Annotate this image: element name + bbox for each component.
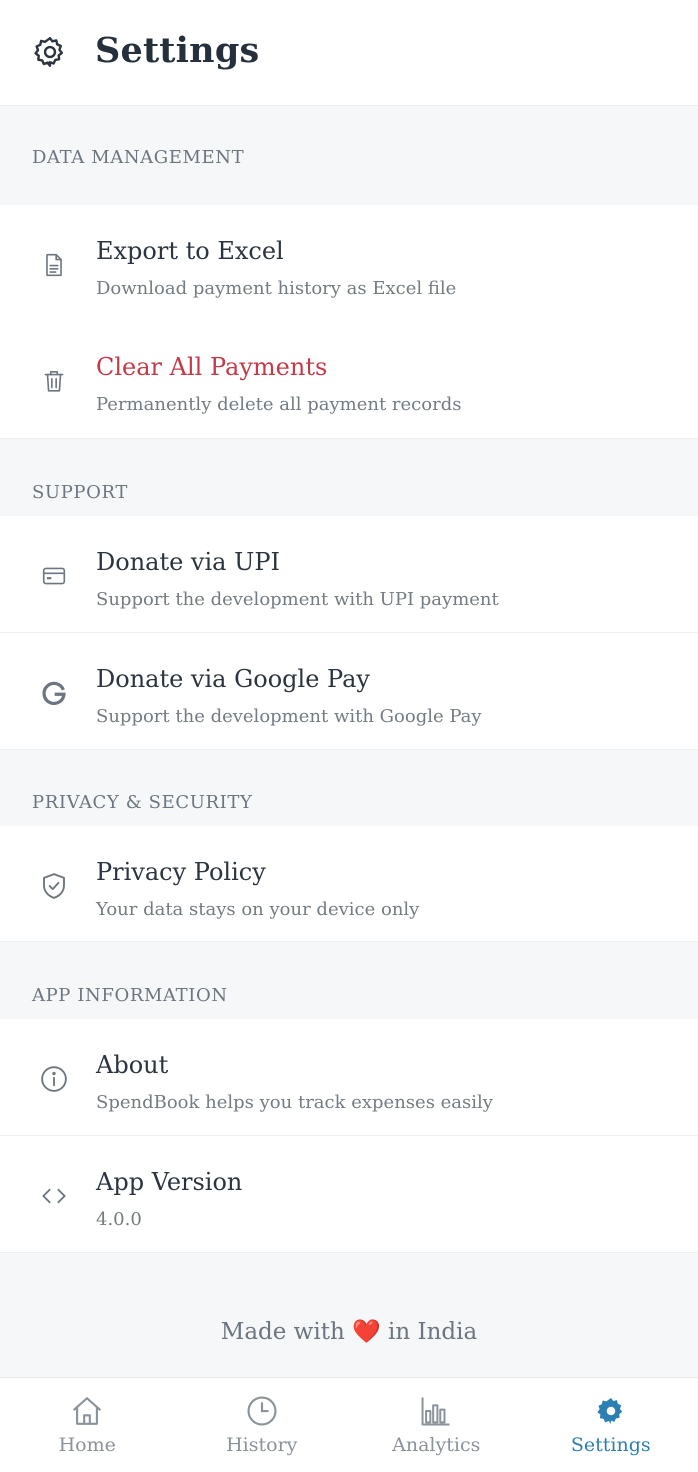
section-label: DATA MANAGEMENT <box>32 147 244 168</box>
row-subtitle: 4.0.0 <box>96 1209 142 1230</box>
tab-label: Home <box>0 1434 175 1456</box>
tab-analytics[interactable]: Analytics <box>349 1378 524 1472</box>
privacy-policy-row[interactable]: Privacy Policy Your data stays on your d… <box>0 826 698 942</box>
trash-icon <box>36 363 72 399</box>
section-label: SUPPORT <box>32 482 128 503</box>
section-header-app-info: APP INFORMATION <box>0 942 698 1019</box>
bottom-tab-bar: Home History Analytics Settings <box>0 1377 698 1472</box>
tab-label: Analytics <box>349 1434 524 1456</box>
footer-suffix: in India <box>388 1319 477 1345</box>
clock-icon <box>245 1394 279 1428</box>
section-header-privacy: PRIVACY & SECURITY <box>0 750 698 826</box>
support-card: Donate via UPI Support the development w… <box>0 516 698 750</box>
section-label: PRIVACY & SECURITY <box>32 792 252 813</box>
footer-prefix: Made with <box>221 1319 345 1345</box>
donate-google-pay-row[interactable]: Donate via Google Pay Support the develo… <box>0 632 698 749</box>
row-title: Donate via UPI <box>96 548 280 576</box>
gear-icon <box>594 1394 628 1428</box>
row-title: Clear All Payments <box>96 353 327 381</box>
section-label: APP INFORMATION <box>32 985 228 1006</box>
gear-icon <box>32 34 68 70</box>
info-icon <box>36 1061 72 1097</box>
card-icon <box>36 558 72 594</box>
donate-upi-row[interactable]: Donate via UPI Support the development w… <box>0 516 698 632</box>
app-header: Settings <box>0 0 698 106</box>
row-title: About <box>96 1051 168 1079</box>
row-subtitle: Your data stays on your device only <box>96 899 419 920</box>
google-icon <box>36 675 72 711</box>
code-icon <box>36 1178 72 1214</box>
file-icon <box>36 247 72 283</box>
tab-settings[interactable]: Settings <box>524 1378 698 1472</box>
row-subtitle: Download payment history as Excel file <box>96 278 456 299</box>
about-row[interactable]: About SpendBook helps you track expenses… <box>0 1019 698 1135</box>
home-icon <box>70 1394 104 1428</box>
bar-chart-icon <box>419 1394 453 1428</box>
row-title: Donate via Google Pay <box>96 665 370 693</box>
shield-check-icon <box>36 868 72 904</box>
row-title: App Version <box>96 1168 242 1196</box>
tab-label: Settings <box>524 1434 698 1456</box>
export-excel-row[interactable]: Export to Excel Download payment history… <box>0 205 698 321</box>
section-header-data-management: DATA MANAGEMENT <box>0 106 698 205</box>
tab-label: History <box>175 1434 350 1456</box>
page-title: Settings <box>95 30 259 71</box>
made-with-love-text: Made with ❤️ in India <box>0 1318 698 1345</box>
app-info-card: About SpendBook helps you track expenses… <box>0 1019 698 1253</box>
clear-payments-row[interactable]: Clear All Payments Permanently delete al… <box>0 321 698 437</box>
heart-icon: ❤️ <box>352 1319 381 1345</box>
data-management-card: Export to Excel Download payment history… <box>0 205 698 439</box>
row-title: Privacy Policy <box>96 858 266 886</box>
tab-history[interactable]: History <box>175 1378 350 1472</box>
tab-home[interactable]: Home <box>0 1378 175 1472</box>
row-subtitle: SpendBook helps you track expenses easil… <box>96 1092 493 1113</box>
row-subtitle: Permanently delete all payment records <box>96 394 461 415</box>
row-subtitle: Support the development with UPI payment <box>96 589 499 610</box>
privacy-card: Privacy Policy Your data stays on your d… <box>0 826 698 942</box>
section-header-support: SUPPORT <box>0 439 698 516</box>
app-version-row[interactable]: App Version 4.0.0 <box>0 1135 698 1252</box>
row-title: Export to Excel <box>96 237 284 265</box>
row-subtitle: Support the development with Google Pay <box>96 706 482 727</box>
